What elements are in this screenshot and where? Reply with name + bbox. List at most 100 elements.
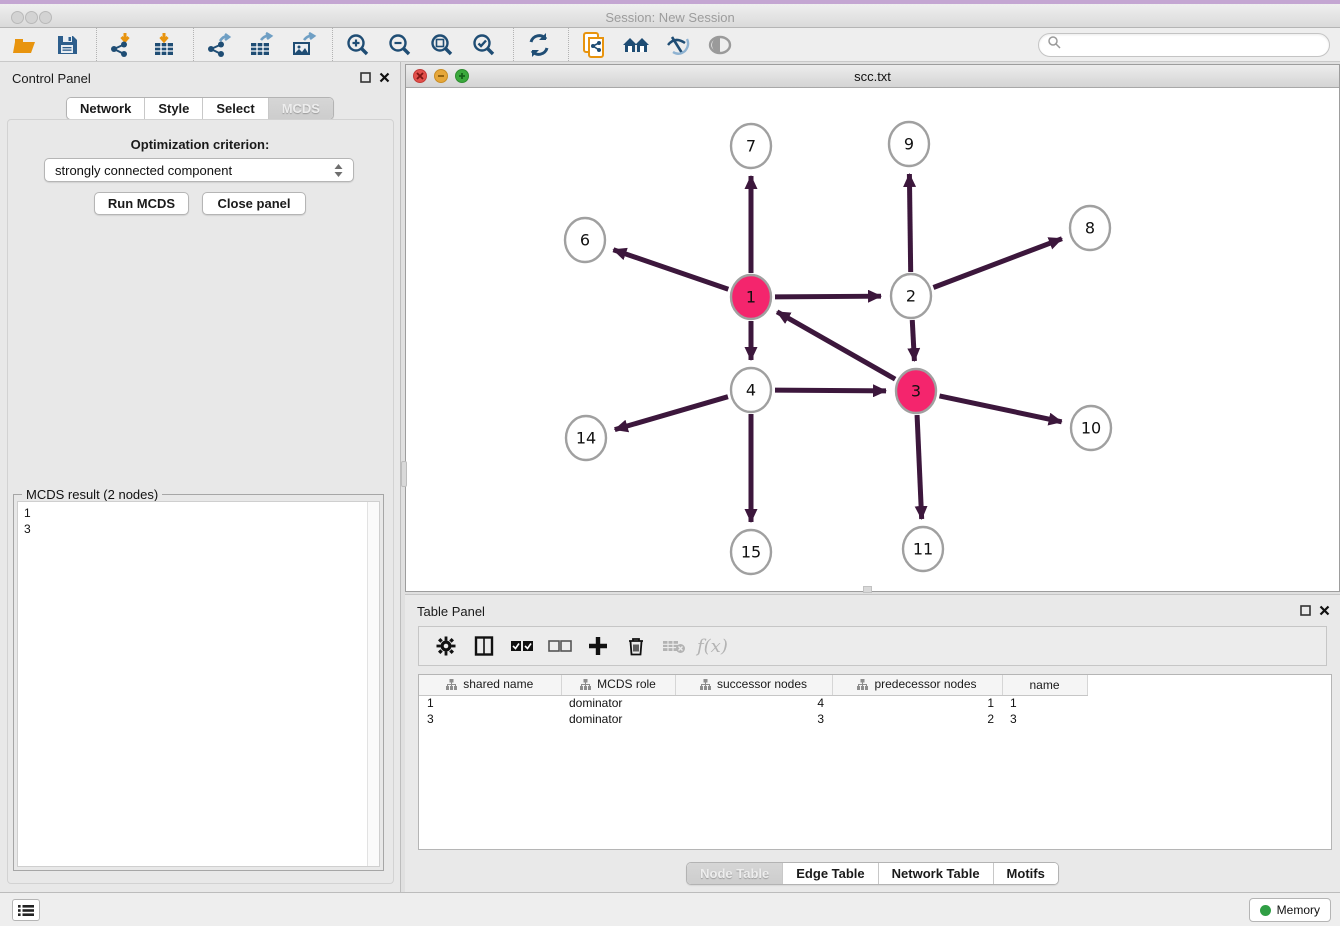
- graph-node-10[interactable]: 10: [1071, 406, 1111, 450]
- run-mcds-button[interactable]: Run MCDS: [94, 192, 189, 215]
- tab-node-table[interactable]: Node Table: [687, 863, 783, 884]
- zoom-out-icon[interactable]: [385, 30, 415, 60]
- graph-edge-3-1[interactable]: [777, 312, 895, 379]
- memory-status-icon: [1260, 905, 1271, 916]
- table-row[interactable]: 1 dominator 4 1 1: [419, 695, 1331, 711]
- table-row[interactable]: 3 dominator 3 2 3: [419, 711, 1331, 727]
- toolbar-separator: [332, 28, 333, 61]
- select-all-icon[interactable]: [507, 631, 537, 661]
- graph-node-8[interactable]: 8: [1070, 206, 1110, 250]
- mcds-result-title: MCDS result (2 nodes): [22, 487, 162, 502]
- result-scrollbar[interactable]: [367, 502, 379, 866]
- cell-shared-name[interactable]: 3: [419, 711, 561, 727]
- optimization-criterion-select[interactable]: strongly connected component: [44, 158, 354, 182]
- network-overview-icon[interactable]: [621, 30, 651, 60]
- tab-network[interactable]: Network: [67, 98, 145, 119]
- svg-text:8: 8: [1085, 219, 1095, 238]
- apply-layout-icon[interactable]: [524, 30, 554, 60]
- import-network-icon[interactable]: [107, 30, 137, 60]
- graph-edge-3-11[interactable]: [917, 415, 922, 519]
- delete-table-icon[interactable]: [659, 631, 689, 661]
- cell-name[interactable]: 1: [1002, 695, 1087, 711]
- network-canvas[interactable]: 7 9 6 8 1 2 4 3 14 10 15 11: [406, 88, 1339, 591]
- svg-text:3: 3: [911, 382, 921, 401]
- network-window-titlebar[interactable]: scc.txt: [406, 65, 1339, 88]
- column-header-shared-name[interactable]: shared name: [419, 675, 561, 695]
- close-table-panel-icon[interactable]: [1319, 603, 1330, 621]
- mcds-result-text[interactable]: 1 3: [17, 501, 380, 867]
- graph-node-15[interactable]: 15: [731, 530, 771, 574]
- graph-edge-2-3[interactable]: [912, 320, 914, 361]
- graph-node-3[interactable]: 3: [896, 369, 936, 413]
- deselect-all-icon[interactable]: [545, 631, 575, 661]
- control-panel: Control Panel Network Style Select MCDS …: [0, 62, 401, 892]
- graph-edge-4-3[interactable]: [775, 390, 886, 391]
- column-layout-icon[interactable]: [469, 631, 499, 661]
- float-table-panel-icon[interactable]: [1300, 603, 1311, 621]
- open-file-icon[interactable]: [10, 30, 40, 60]
- graph-node-4[interactable]: 4: [731, 368, 771, 412]
- cell-successor-nodes[interactable]: 3: [675, 711, 832, 727]
- gear-icon[interactable]: [431, 631, 461, 661]
- toolbar-separator: [513, 28, 514, 61]
- tab-style[interactable]: Style: [145, 98, 203, 119]
- column-header-name[interactable]: name: [1002, 675, 1087, 695]
- export-image-icon[interactable]: [288, 30, 318, 60]
- save-session-icon[interactable]: [52, 30, 82, 60]
- graph-edge-4-14[interactable]: [615, 397, 728, 430]
- graph-node-6[interactable]: 6: [565, 218, 605, 262]
- tab-mcds[interactable]: MCDS: [269, 98, 333, 119]
- svg-text:9: 9: [904, 135, 914, 154]
- svg-text:1: 1: [746, 288, 756, 307]
- cell-shared-name[interactable]: 1: [419, 695, 561, 711]
- cell-successor-nodes[interactable]: 4: [675, 695, 832, 711]
- graph-edge-3-10[interactable]: [939, 396, 1061, 422]
- graph-edge-1-2[interactable]: [775, 296, 881, 297]
- column-header-predecessor-nodes[interactable]: predecessor nodes: [832, 675, 1002, 695]
- splitter-handle-vertical[interactable]: [401, 461, 407, 487]
- graph-node-9[interactable]: 9: [889, 122, 929, 166]
- zoom-selected-icon[interactable]: [469, 30, 499, 60]
- tab-edge-table[interactable]: Edge Table: [783, 863, 878, 884]
- chevron-updown-icon: [334, 164, 343, 177]
- export-network-icon[interactable]: [204, 30, 234, 60]
- cell-mcds-role[interactable]: dominator: [561, 695, 675, 711]
- graph-node-7[interactable]: 7: [731, 124, 771, 168]
- close-panel-icon[interactable]: [379, 70, 390, 88]
- memory-label: Memory: [1277, 903, 1320, 917]
- app-title: Session: New Session: [0, 10, 1340, 25]
- export-table-icon[interactable]: [246, 30, 276, 60]
- column-header-mcds-role[interactable]: MCDS role: [561, 675, 675, 695]
- tab-motifs[interactable]: Motifs: [994, 863, 1058, 884]
- close-panel-button[interactable]: Close panel: [202, 192, 306, 215]
- function-builder-icon[interactable]: f(x): [697, 631, 728, 661]
- cell-predecessor-nodes[interactable]: 1: [832, 695, 1002, 711]
- search-input[interactable]: [1061, 36, 1329, 54]
- splitter-handle-horizontal[interactable]: [863, 586, 872, 593]
- memory-button[interactable]: Memory: [1249, 898, 1331, 922]
- graph-edge-2-8[interactable]: [933, 239, 1062, 288]
- cell-predecessor-nodes[interactable]: 2: [832, 711, 1002, 727]
- zoom-fit-icon[interactable]: [427, 30, 457, 60]
- float-panel-icon[interactable]: [360, 70, 371, 88]
- graph-node-2[interactable]: 2: [891, 274, 931, 318]
- task-history-button[interactable]: [12, 899, 40, 921]
- graph-edge-2-9[interactable]: [909, 174, 910, 272]
- cell-mcds-role[interactable]: dominator: [561, 711, 675, 727]
- duplicate-network-icon[interactable]: [579, 30, 609, 60]
- tab-network-table[interactable]: Network Table: [879, 863, 994, 884]
- graph-node-11[interactable]: 11: [903, 527, 943, 571]
- hide-details-icon[interactable]: [663, 30, 693, 60]
- show-details-icon[interactable]: [705, 30, 735, 60]
- svg-text:10: 10: [1081, 419, 1101, 438]
- tab-select[interactable]: Select: [203, 98, 268, 119]
- import-table-icon[interactable]: [149, 30, 179, 60]
- zoom-in-icon[interactable]: [343, 30, 373, 60]
- graph-node-1[interactable]: 1: [731, 275, 771, 319]
- graph-edge-1-6[interactable]: [613, 250, 728, 289]
- graph-node-14[interactable]: 14: [566, 416, 606, 460]
- column-header-successor-nodes[interactable]: successor nodes: [675, 675, 832, 695]
- delete-icon[interactable]: [621, 631, 651, 661]
- cell-name[interactable]: 3: [1002, 711, 1087, 727]
- add-column-icon[interactable]: [583, 631, 613, 661]
